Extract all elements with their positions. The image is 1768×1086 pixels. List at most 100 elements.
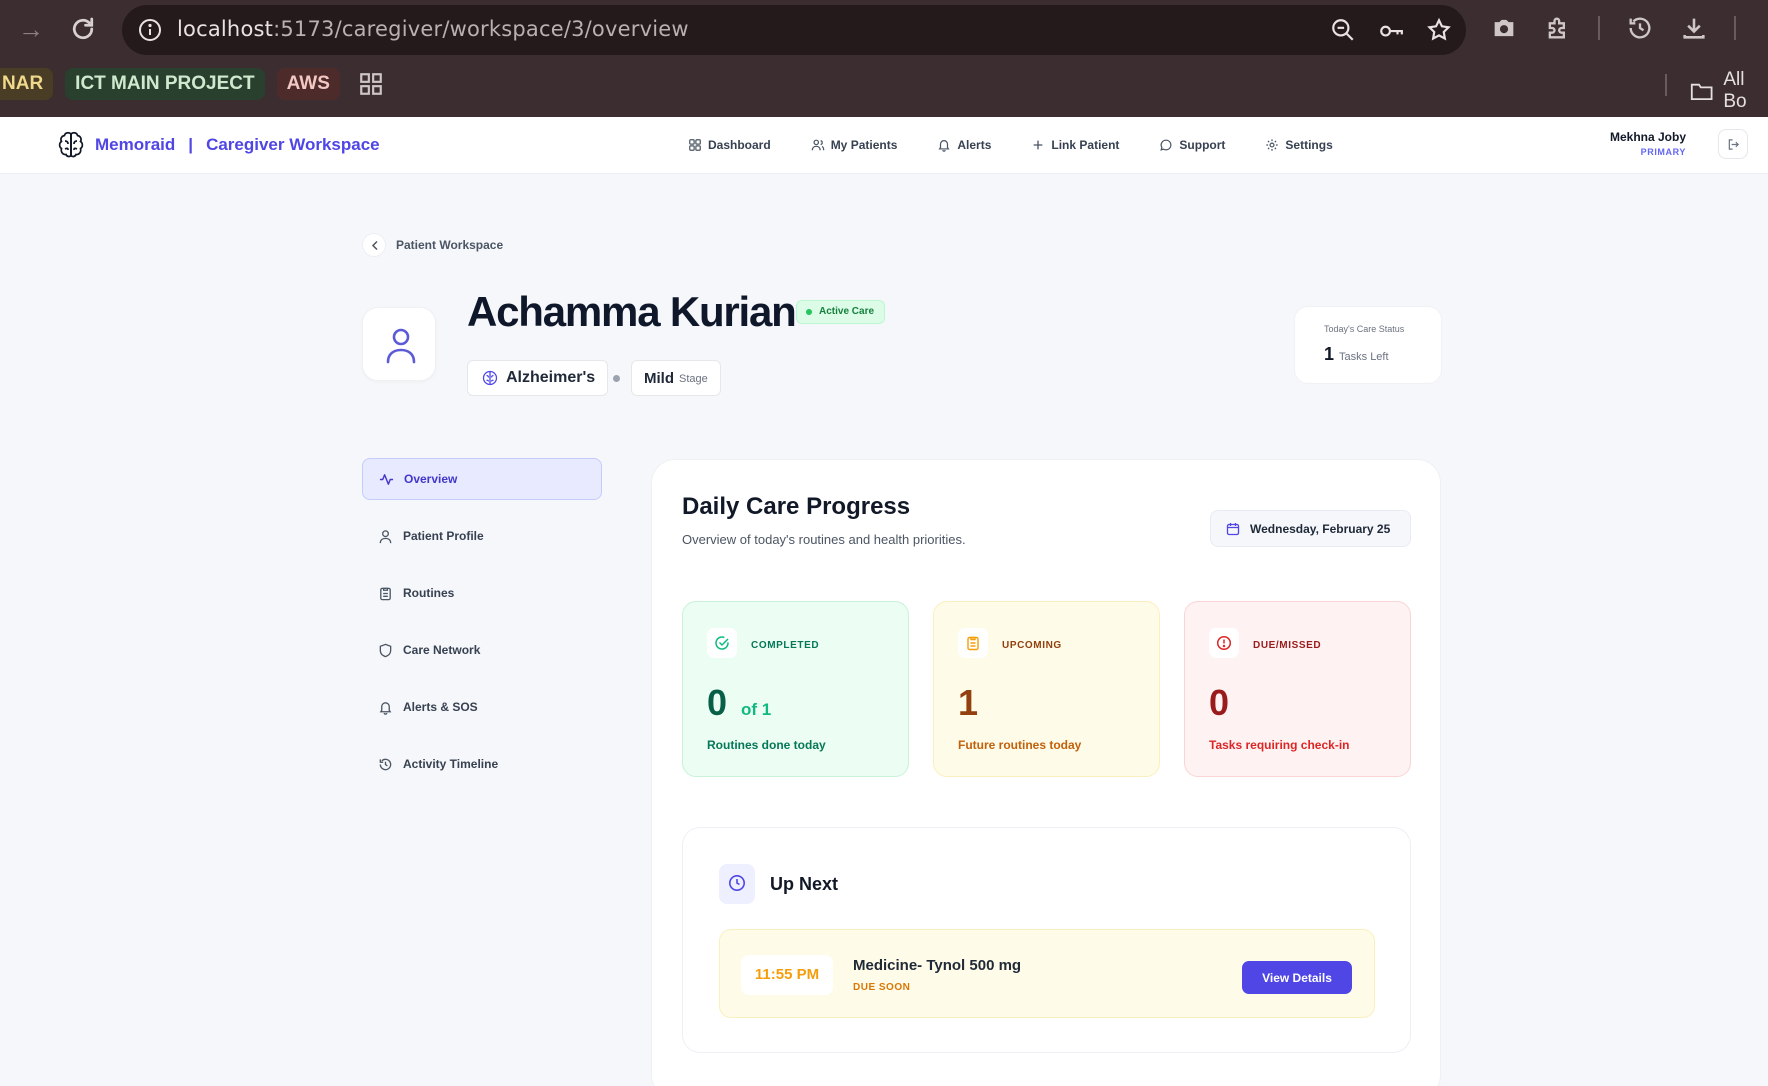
tasks-left-label: Tasks Left bbox=[1339, 351, 1389, 363]
site-info-icon[interactable] bbox=[138, 18, 162, 42]
user-name: Mekhna Joby bbox=[1609, 130, 1686, 144]
logout-button[interactable] bbox=[1718, 129, 1748, 159]
patient-avatar bbox=[362, 307, 436, 381]
patient-name: Achamma Kurian bbox=[467, 288, 797, 335]
stat-label: COMPLETED bbox=[751, 640, 820, 651]
section-subtitle: Overview of today's routines and health … bbox=[682, 532, 966, 547]
stat-value: 0 bbox=[707, 682, 728, 723]
brand-section: Caregiver Workspace bbox=[206, 135, 380, 154]
brand[interactable]: Memoraid | Caregiver Workspace bbox=[56, 130, 380, 160]
toolbar-divider bbox=[1598, 16, 1600, 40]
diagnosis-label: Alzheimer's bbox=[506, 369, 596, 386]
due-missed-stat-card: DUE/MISSED 0 Tasks requiring check-in bbox=[1184, 601, 1411, 777]
next-task-row: 11:55 PM Medicine- Tynol 500 mg DUE SOON… bbox=[719, 929, 1375, 1018]
bookmark-nar[interactable]: NAR bbox=[0, 68, 54, 100]
extensions-icon[interactable] bbox=[1544, 14, 1572, 42]
stat-description: Tasks requiring check-in bbox=[1209, 738, 1350, 752]
sidebar-item-care-network[interactable]: Care Network bbox=[362, 629, 602, 671]
nav-link-patient[interactable]: Link Patient bbox=[1031, 135, 1139, 155]
clipboard-icon bbox=[967, 636, 979, 651]
breadcrumb-label[interactable]: Patient Workspace bbox=[396, 238, 503, 252]
completed-check-icon-box bbox=[707, 628, 737, 658]
upcoming-icon-box bbox=[958, 628, 988, 658]
clock-icon-box bbox=[719, 864, 755, 904]
stage-value: Mild bbox=[644, 369, 674, 387]
key-icon[interactable] bbox=[1378, 17, 1404, 43]
stat-value: 1 bbox=[958, 682, 979, 723]
up-next-panel: Up Next 11:55 PM Medicine- Tynol 500 mg … bbox=[682, 827, 1411, 1053]
clipboard-icon bbox=[380, 587, 391, 600]
due-icon-box bbox=[1209, 628, 1239, 658]
sidebar-item-alerts-sos[interactable]: Alerts & SOS bbox=[362, 686, 602, 728]
back-button[interactable] bbox=[362, 233, 386, 257]
nav-alerts-label: Alerts bbox=[957, 138, 992, 152]
stat-label: UPCOMING bbox=[1002, 640, 1062, 651]
url-host: localhost bbox=[177, 17, 274, 41]
all-bookmarks-label: All Bo bbox=[1723, 69, 1747, 112]
users-icon bbox=[811, 139, 824, 151]
chevron-left-icon bbox=[371, 240, 378, 251]
brand-name: Memoraid bbox=[95, 135, 176, 154]
gear-icon bbox=[1266, 139, 1279, 151]
forward-icon[interactable]: → bbox=[16, 14, 46, 44]
section-title: Daily Care Progress bbox=[682, 493, 911, 520]
care-status-title: Today's Care Status bbox=[1324, 324, 1405, 334]
sidebar-item-label: Overview bbox=[404, 472, 458, 486]
brand-separator: | bbox=[188, 135, 194, 154]
chip-separator-dot bbox=[613, 375, 620, 382]
sidebar-item-overview[interactable]: Overview bbox=[362, 458, 602, 500]
chat-icon bbox=[1160, 139, 1172, 151]
bookmark-aws[interactable]: AWS bbox=[276, 68, 340, 100]
nav-settings[interactable]: Settings bbox=[1265, 135, 1352, 155]
date-display: Wednesday, February 25 bbox=[1210, 510, 1411, 547]
nav-dashboard[interactable]: Dashboard bbox=[688, 135, 791, 155]
download-icon[interactable] bbox=[1680, 14, 1708, 42]
up-next-title: Up Next bbox=[770, 874, 839, 894]
user-icon bbox=[386, 328, 416, 364]
reload-icon[interactable] bbox=[68, 14, 98, 44]
stat-description: Future routines today bbox=[958, 738, 1082, 752]
alert-circle-icon bbox=[1216, 635, 1232, 651]
diagnosis-chip: Alzheimer's bbox=[467, 360, 609, 396]
bell-icon bbox=[379, 701, 392, 715]
daily-care-progress-card: Daily Care Progress Overview of today's … bbox=[651, 459, 1441, 1086]
tasks-left-count: 1 bbox=[1324, 344, 1335, 364]
stage-chip: Mild Stage bbox=[631, 360, 721, 396]
nav-alerts[interactable]: Alerts bbox=[937, 135, 1011, 155]
apps-grid-icon[interactable] bbox=[358, 71, 384, 97]
camera-icon[interactable] bbox=[1490, 14, 1518, 42]
bookmark-ict-main-project[interactable]: ICT MAIN PROJECT bbox=[65, 68, 265, 100]
user-icon bbox=[379, 529, 392, 543]
zoom-out-icon[interactable] bbox=[1330, 17, 1356, 43]
shield-icon bbox=[379, 643, 392, 657]
bookmarks-bar: NAR ICT MAIN PROJECT AWS All Bo bbox=[0, 66, 1768, 112]
sidebar-item-activity-timeline[interactable]: Activity Timeline bbox=[362, 743, 602, 785]
completed-stat-card: COMPLETED 0 of 1 Routines done today bbox=[682, 601, 909, 777]
sidebar-item-patient-profile[interactable]: Patient Profile bbox=[362, 515, 602, 557]
sidebar-item-label: Routines bbox=[403, 586, 455, 600]
brain-logo-icon bbox=[58, 131, 84, 158]
user-info[interactable]: Mekhna Joby PRIMARY bbox=[1610, 130, 1686, 157]
toolbar-divider bbox=[1734, 16, 1736, 40]
all-bookmarks-folder[interactable]: All Bo bbox=[1690, 69, 1768, 113]
stat-value: 0 bbox=[1209, 682, 1230, 723]
sidebar-item-label: Patient Profile bbox=[403, 529, 484, 543]
view-details-button[interactable]: View Details bbox=[1242, 961, 1352, 994]
top-nav: Dashboard My Patients Alerts Link Patien… bbox=[688, 135, 1373, 155]
nav-my-patients[interactable]: My Patients bbox=[811, 135, 918, 155]
stat-total: of 1 bbox=[741, 700, 772, 719]
history-icon bbox=[379, 758, 392, 770]
url-path: :5173/caregiver/workspace/3/overview bbox=[273, 17, 689, 41]
check-circle-icon bbox=[715, 636, 729, 650]
date-label: Wednesday, February 25 bbox=[1250, 521, 1391, 536]
care-status-card: Today's Care Status 1 Tasks Left bbox=[1294, 306, 1442, 384]
user-role: PRIMARY bbox=[1640, 147, 1686, 157]
sidebar-item-routines[interactable]: Routines bbox=[362, 572, 602, 614]
star-icon[interactable] bbox=[1426, 17, 1452, 43]
app-header: Memoraid | Caregiver Workspace Dashboard… bbox=[0, 117, 1768, 174]
address-bar[interactable]: localhost:5173/caregiver/workspace/3/ove… bbox=[122, 5, 1466, 55]
history-icon[interactable] bbox=[1626, 14, 1654, 42]
nav-support[interactable]: Support bbox=[1159, 135, 1245, 155]
nav-link-patient-label: Link Patient bbox=[1051, 138, 1120, 152]
dashboard-icon bbox=[689, 139, 701, 151]
